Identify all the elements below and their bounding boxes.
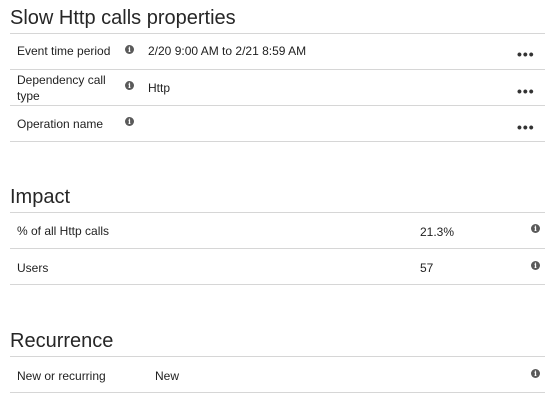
- impact-value: 57: [420, 261, 434, 275]
- property-label: Operation name: [17, 117, 104, 131]
- info-icon[interactable]: i: [531, 224, 540, 233]
- recurrence-row: New or recurring New i: [10, 356, 545, 392]
- impact-row-users: Users 57 i: [10, 248, 545, 284]
- divider: [10, 284, 545, 285]
- property-value: 2/20 9:00 AM to 2/21 8:59 AM: [148, 44, 307, 58]
- recurrence-value: New: [155, 369, 180, 383]
- impact-row-http-calls: % of all Http calls 21.3% i: [10, 212, 545, 248]
- recurrence-title: Recurrence: [10, 330, 114, 352]
- info-icon[interactable]: i: [125, 81, 134, 90]
- info-icon[interactable]: i: [531, 369, 540, 378]
- info-icon[interactable]: i: [125, 117, 134, 126]
- impact-title: Impact: [10, 186, 71, 208]
- more-options-icon[interactable]: •••: [517, 84, 535, 98]
- divider: [10, 392, 545, 393]
- property-label: Dependency call type: [17, 73, 106, 103]
- info-icon[interactable]: i: [125, 45, 134, 54]
- impact-label: % of all Http calls: [17, 224, 110, 238]
- divider: [10, 141, 545, 142]
- property-row-event-time: Event time period i 2/20 9:00 AM to 2/21…: [10, 33, 545, 69]
- info-icon[interactable]: i: [531, 261, 540, 270]
- property-row-operation-name: Operation name i •••: [10, 105, 545, 141]
- property-row-dependency-type: Dependency call type i Http •••: [10, 69, 545, 105]
- impact-value: 21.3%: [420, 225, 455, 239]
- impact-label: Users: [17, 261, 49, 275]
- more-options-icon[interactable]: •••: [517, 120, 535, 134]
- recurrence-label: New or recurring: [17, 369, 106, 383]
- properties-title: Slow Http calls properties: [10, 7, 236, 29]
- more-options-icon[interactable]: •••: [517, 47, 535, 61]
- property-value: Http: [148, 81, 171, 95]
- property-label: Event time period: [17, 44, 111, 58]
